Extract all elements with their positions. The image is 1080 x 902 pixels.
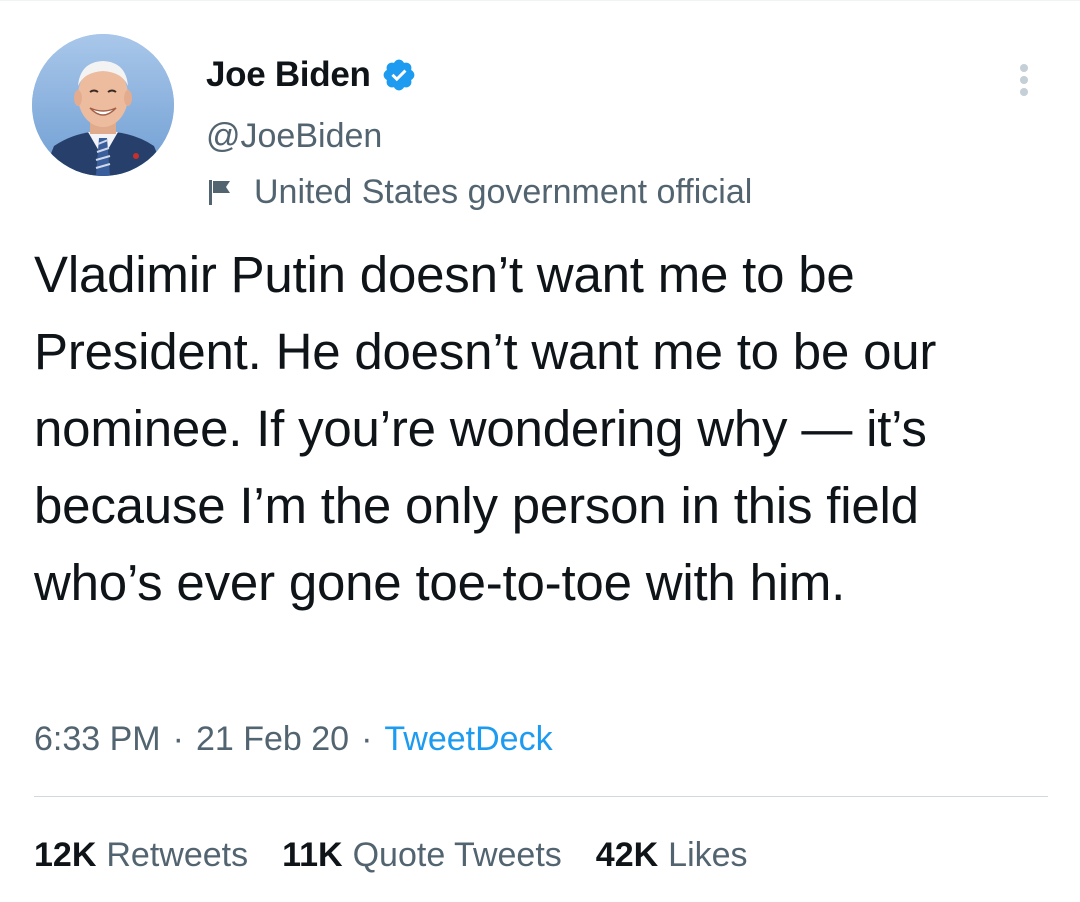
retweets-label: Retweets xyxy=(106,836,249,874)
tweet-source-link[interactable]: TweetDeck xyxy=(384,720,552,758)
retweets-count: 12K xyxy=(34,836,97,874)
author-name-row[interactable]: Joe Biden xyxy=(206,52,417,98)
flag-icon xyxy=(206,177,236,207)
meta-separator: · xyxy=(361,720,373,758)
tweet-date[interactable]: 21 Feb 20 xyxy=(196,720,349,758)
avatar[interactable] xyxy=(32,34,174,176)
tweet-meta: 6:33 PM · 21 Feb 20 · TweetDeck xyxy=(34,712,553,766)
author-handle[interactable]: @JoeBiden xyxy=(206,112,382,160)
top-divider xyxy=(0,0,1080,1)
stats-divider xyxy=(34,796,1048,797)
more-options-icon[interactable] xyxy=(1012,60,1036,100)
tweet-text: Vladimir Putin doesn’t want me to be Pre… xyxy=(34,246,937,611)
likes-count: 42K xyxy=(595,836,659,874)
meta-separator: · xyxy=(172,720,184,758)
likes-label: Likes xyxy=(668,836,748,874)
account-label-text: United States government official xyxy=(254,173,753,211)
quote-tweets-count: 11K xyxy=(282,836,343,874)
tweet-time[interactable]: 6:33 PM xyxy=(34,720,161,758)
quote-tweets-label: Quote Tweets xyxy=(352,836,562,874)
tweet-stats: 12K Retweets 11K Quote Tweets 42K Likes xyxy=(34,827,782,883)
account-label[interactable]: United States government official xyxy=(206,168,752,216)
verified-badge-icon xyxy=(381,57,417,93)
avatar-image xyxy=(32,34,174,176)
retweets-stat[interactable]: 12K Retweets xyxy=(34,827,248,883)
quote-tweets-stat[interactable]: 11K Quote Tweets xyxy=(282,827,562,883)
likes-stat[interactable]: 42K Likes xyxy=(596,827,748,883)
author-display-name[interactable]: Joe Biden xyxy=(206,52,371,98)
